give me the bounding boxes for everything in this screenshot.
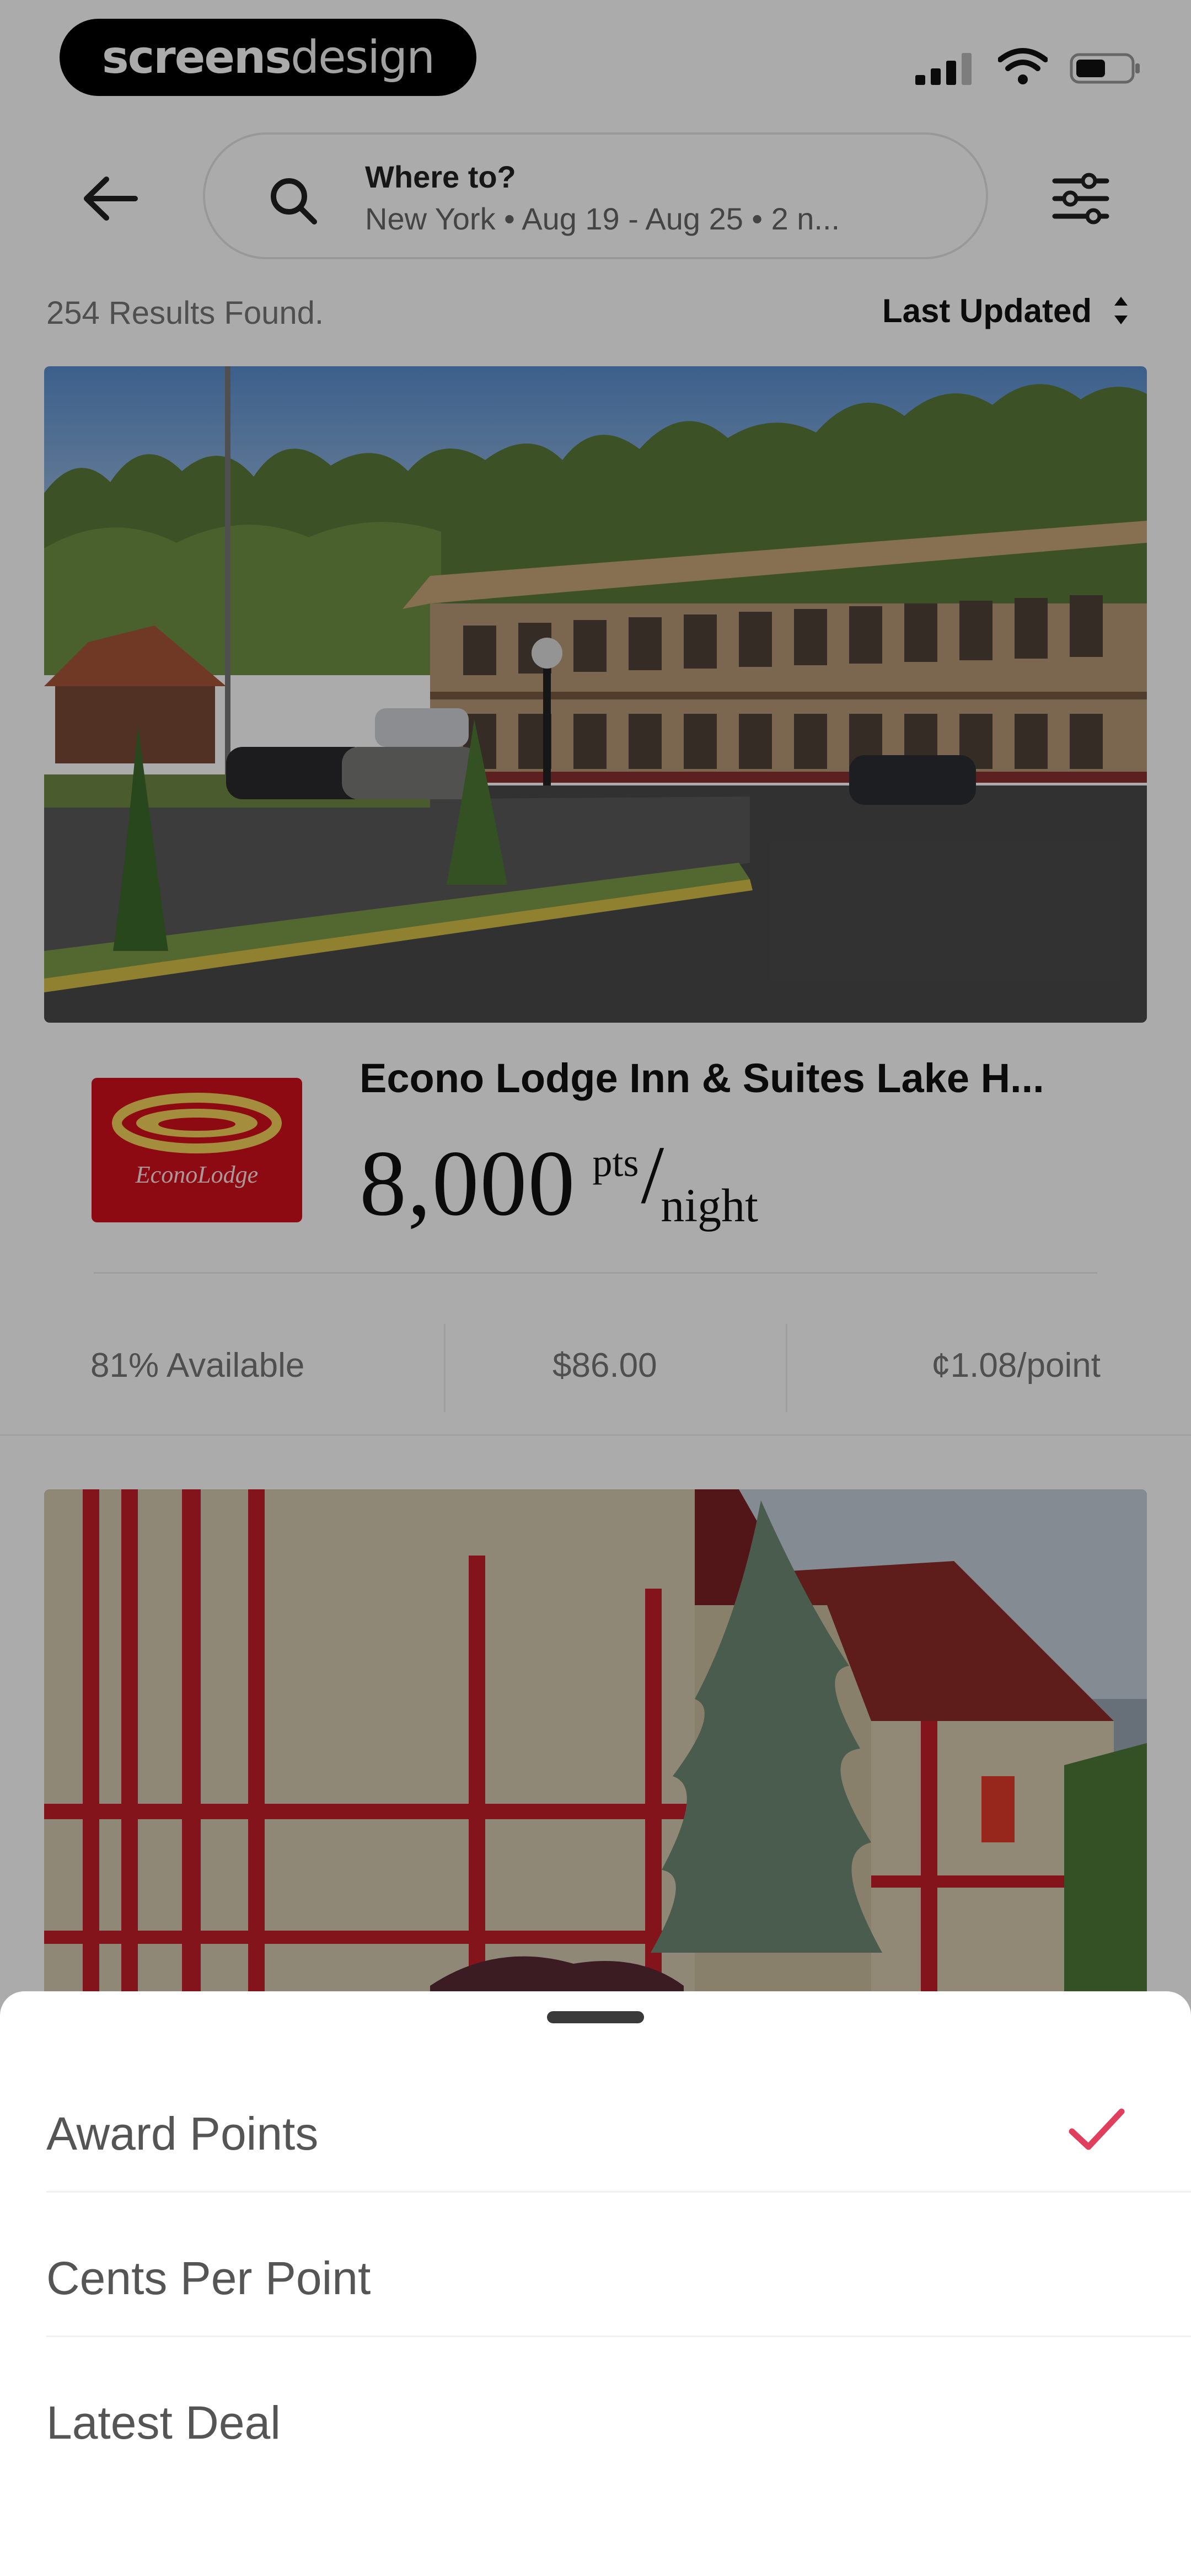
sort-option-label: Award Points <box>46 2108 319 2160</box>
sort-option-cents-per-point[interactable]: Cents Per Point <box>46 2196 1166 2340</box>
app-screen: screens design Where to? New York • Aug … <box>0 0 1191 2576</box>
sheet-divider <box>46 2191 1191 2193</box>
sort-option-label: Cents Per Point <box>46 2252 371 2304</box>
sheet-drag-handle[interactable] <box>547 2011 644 2023</box>
sort-option-latest-deal[interactable]: Latest Deal <box>46 2341 1166 2484</box>
checkmark-icon <box>1069 2108 1125 2150</box>
sort-bottom-sheet: Award Points Cents Per Point Latest Deal <box>0 1991 1191 2576</box>
sort-option-award-points[interactable]: Award Points <box>46 2052 1166 2195</box>
sheet-divider <box>46 2335 1191 2337</box>
sort-option-label: Latest Deal <box>46 2397 281 2449</box>
